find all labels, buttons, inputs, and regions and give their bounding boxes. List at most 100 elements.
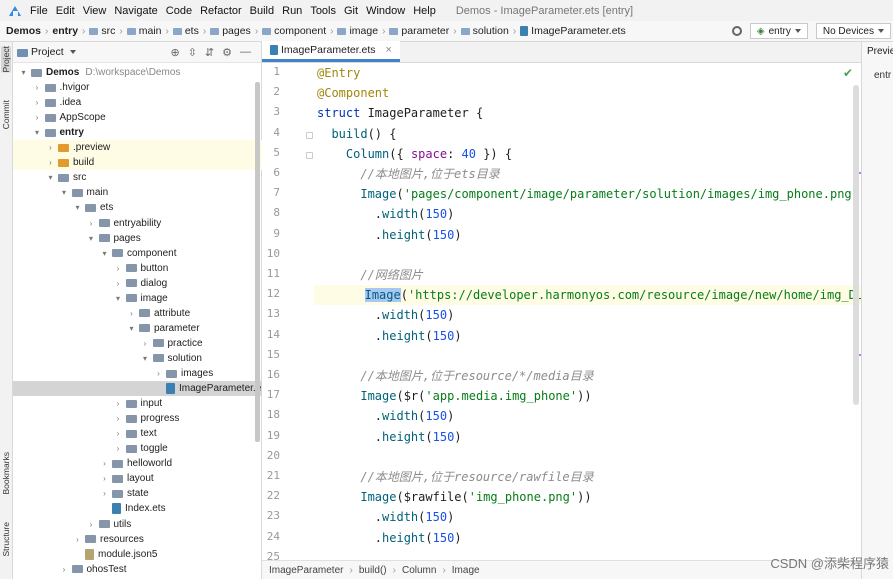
menu-run[interactable]: Run [282,5,302,17]
device-select[interactable]: No Devices [815,23,891,39]
tree-item[interactable]: › attribute [13,306,262,321]
tree-item[interactable]: ▾ image [13,291,262,306]
breadcrumb-item[interactable]: component [262,25,326,37]
previewer-tab[interactable]: entr [862,63,893,81]
chevron-right-icon[interactable]: › [100,486,109,501]
breadcrumb-item[interactable]: entry [52,25,78,37]
menu-git[interactable]: Git [344,5,358,17]
tree-item[interactable]: › utils [13,517,262,532]
tree-item[interactable]: › helloworld [13,456,262,471]
gear-icon[interactable]: ⚙ [222,46,232,59]
tree-item[interactable]: › .preview [13,140,262,156]
chevron-right-icon[interactable]: › [141,336,150,351]
code-line[interactable]: .height(150) [317,427,462,447]
chevron-right-icon[interactable]: › [127,306,136,321]
chevron-right-icon[interactable]: › [87,517,96,532]
chevron-down-icon[interactable] [69,50,76,54]
chevron-right-icon[interactable]: › [33,95,42,110]
menu-tools[interactable]: Tools [310,5,336,17]
chevron-right-icon[interactable]: › [154,366,163,381]
tree-item[interactable]: ▾ parameter [13,321,262,336]
code-line[interactable]: .width(150) [317,406,455,426]
tree-item[interactable]: › AppScope [13,110,262,125]
editor-breadcrumb-item[interactable]: Image [452,565,480,576]
code-line[interactable]: .height(150) [317,528,462,548]
menu-view[interactable]: View [83,5,107,17]
collapse-all-icon[interactable]: ⇵ [205,46,214,59]
chevron-down-icon[interactable]: ▾ [46,170,55,185]
menu-build[interactable]: Build [250,5,274,17]
menu-refactor[interactable]: Refactor [200,5,242,17]
code-line[interactable]: .width(150) [317,305,455,325]
chevron-right-icon[interactable]: › [114,261,123,276]
breadcrumb-item[interactable]: pages [210,25,251,37]
chevron-down-icon[interactable]: ▾ [33,125,42,140]
breadcrumb-item[interactable]: image [337,25,378,37]
menu-file[interactable]: File [30,5,48,17]
code-line[interactable]: build() { [317,124,396,144]
tree-item[interactable]: › state [13,486,262,501]
previewer-title[interactable]: Previe [862,42,893,63]
chevron-right-icon[interactable]: › [60,562,69,577]
tree-item[interactable]: › button [13,261,262,276]
chevron-down-icon[interactable]: ▾ [60,185,69,200]
tree-item[interactable]: › images [13,366,262,381]
tree-scrollbar[interactable] [255,82,260,442]
tree-item[interactable]: ▾ src [13,170,262,185]
chevron-right-icon[interactable]: › [114,276,123,291]
breadcrumb-item[interactable]: ets [172,25,199,37]
breadcrumb-item[interactable]: ImageParameter.ets [520,25,626,37]
code-line[interactable]: Image('https://developer.harmonyos.com/r… [314,285,861,306]
menu-navigate[interactable]: Navigate [114,5,157,17]
tree-item[interactable]: › dialog [13,276,262,291]
expand-all-icon[interactable]: ⇳ [188,46,197,59]
tree-item[interactable]: › progress [13,411,262,426]
code-line[interactable]: @Component [317,83,389,103]
code-line[interactable]: Column({ space: 40 }) { [317,144,512,164]
tree-item[interactable]: ▾ main [13,185,262,200]
settings-icon[interactable] [731,26,742,36]
menu-edit[interactable]: Edit [56,5,75,17]
chevron-right-icon[interactable]: › [100,471,109,486]
chevron-down-icon[interactable]: ▾ [114,291,123,306]
code-line[interactable]: struct ImageParameter { [317,103,483,123]
code-line[interactable]: .width(150) [317,507,455,527]
code-line[interactable]: Image($rawfile('img_phone.png')) [317,487,591,507]
code-line[interactable]: //本地图片,位于resource/rawfile目录 [317,467,593,487]
fold-marker-icon[interactable] [306,151,313,159]
tree-item[interactable]: › resources [13,532,262,547]
tree-item[interactable]: › .idea [13,95,262,110]
breadcrumb-item[interactable]: solution [460,25,509,37]
fold-marker-icon[interactable] [306,131,313,139]
chevron-right-icon[interactable]: › [33,80,42,95]
breadcrumb-item[interactable]: src [89,25,115,37]
tree-item[interactable]: › layout [13,471,262,486]
tree-item[interactable]: › ohosTest [13,562,262,577]
chevron-right-icon[interactable]: › [100,456,109,471]
editor-breadcrumb-item[interactable]: build() [359,565,387,576]
breadcrumb-item[interactable]: parameter [389,25,449,37]
tree-item[interactable]: ▾ pages [13,231,262,246]
chevron-right-icon[interactable]: › [46,140,55,155]
tree-item[interactable]: ▾ solution [13,351,262,366]
structure-tool-tab[interactable]: Structure [1,522,11,557]
chevron-right-icon[interactable]: › [114,441,123,456]
breadcrumb-item[interactable]: Demos [6,25,41,37]
close-icon[interactable]: × [386,44,392,56]
tree-item[interactable]: › input [13,396,262,411]
code-line[interactable]: .height(150) [317,326,462,346]
code-line[interactable]: @Entry [317,63,360,83]
chevron-right-icon[interactable]: › [73,532,82,547]
tree-item[interactable]: ▾ entry [13,125,262,140]
tree-item[interactable]: › .hvigor [13,80,262,95]
bookmarks-tool-tab[interactable]: Bookmarks [1,452,11,495]
chevron-down-icon[interactable]: ▾ [87,231,96,246]
tree-item[interactable]: ▾ ets [13,200,262,215]
locate-icon[interactable]: ⊕ [170,46,179,59]
code-line[interactable]: .height(150) [317,225,462,245]
chevron-down-icon[interactable]: ▾ [19,65,28,80]
run-config-select[interactable]: ◈ entry [749,23,808,39]
menu-window[interactable]: Window [366,5,405,17]
project-tool-tab[interactable]: Project [1,46,11,73]
chevron-down-icon[interactable]: ▾ [127,321,136,336]
